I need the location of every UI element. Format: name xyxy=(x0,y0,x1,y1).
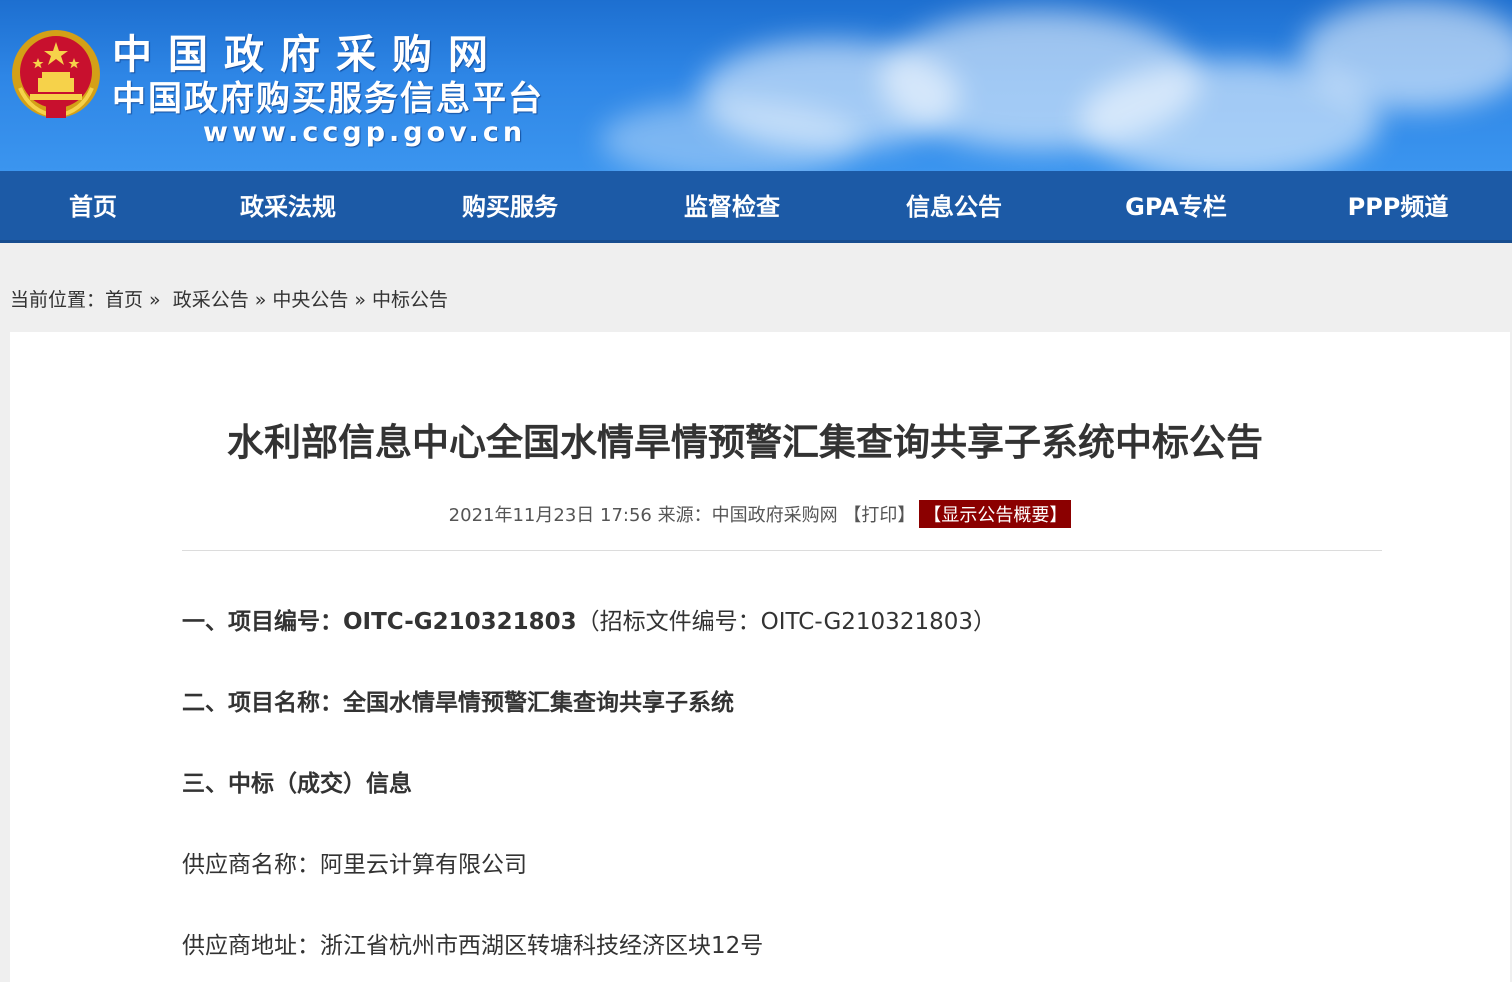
breadcrumb-central-announcements[interactable]: 中央公告 xyxy=(272,289,348,311)
nav-item-announcements[interactable]: 信息公告 xyxy=(906,171,1002,243)
article-meta: 2021年11月23日 17:56 来源：中国政府采购网 【打印】 【显示公告概要… xyxy=(0,500,1512,528)
title-divider xyxy=(182,550,1382,551)
main-nav: 首页 政采法规 购买服务 监督检查 信息公告 GPA专栏 PPP频道 xyxy=(0,171,1512,243)
breadcrumb-separator: » xyxy=(149,289,161,311)
site-title[interactable]: 中国政府采购网 xyxy=(112,34,504,76)
supplier-address-value: 浙江省杭州市西湖区转塘科技经济区块12号 xyxy=(320,933,764,959)
supplier-name-value: 阿里云计算有限公司 xyxy=(320,852,527,878)
supplier-name-label: 供应商名称： xyxy=(182,852,320,878)
supplier-name-line: 供应商名称：阿里云计算有限公司 xyxy=(182,845,527,879)
project-name-line: 二、项目名称：全国水情旱情预警汇集查询共享子系统 xyxy=(182,683,734,717)
site-subtitle: 中国政府购买服务信息平台 xyxy=(112,79,544,119)
national-emblem-icon[interactable] xyxy=(10,28,102,122)
show-summary-button[interactable]: 【显示公告概要】 xyxy=(919,500,1072,528)
breadcrumb-procurement-announcements[interactable]: 政采公告 xyxy=(173,289,249,311)
site-header-banner: 中国政府采购网 中国政府购买服务信息平台 www.ccgp.gov.cn xyxy=(0,0,1512,171)
project-name-label: 二、项目名称： xyxy=(182,690,343,716)
nav-item-home[interactable]: 首页 xyxy=(69,171,117,243)
nav-item-purchase-services[interactable]: 购买服务 xyxy=(462,171,558,243)
breadcrumb-award-announcements[interactable]: 中标公告 xyxy=(372,289,448,311)
nav-item-regulations[interactable]: 政采法规 xyxy=(240,171,336,243)
nav-item-ppp[interactable]: PPP频道 xyxy=(1348,171,1449,243)
project-number-value: OITC-G210321803 xyxy=(343,609,577,635)
nav-item-gpa[interactable]: GPA专栏 xyxy=(1125,171,1227,243)
cloud-decoration xyxy=(600,100,860,171)
breadcrumb-home[interactable]: 首页 xyxy=(105,289,143,311)
breadcrumb-prefix: 当前位置： xyxy=(10,289,106,311)
tender-document-number: （招标文件编号：OITC-G210321803） xyxy=(576,609,996,635)
award-info-heading: 三、中标（成交）信息 xyxy=(182,764,412,798)
article-title: 水利部信息中心全国水情旱情预警汇集查询共享子系统中标公告 xyxy=(227,421,1263,464)
breadcrumb-separator: » xyxy=(354,289,366,311)
print-link[interactable]: 【打印】 xyxy=(843,505,915,526)
project-number-label: 一、项目编号： xyxy=(182,609,343,635)
supplier-address-label: 供应商地址： xyxy=(182,933,320,959)
site-url: www.ccgp.gov.cn xyxy=(203,117,527,148)
breadcrumb: 当前位置：首页» 政采公告» 中央公告» 中标公告 xyxy=(10,285,448,312)
project-number-line: 一、项目编号：OITC-G210321803（招标文件编号：OITC-G2103… xyxy=(182,602,996,636)
article-date-source: 2021年11月23日 17:56 来源：中国政府采购网 xyxy=(448,505,844,526)
project-name-value: 全国水情旱情预警汇集查询共享子系统 xyxy=(343,690,734,716)
breadcrumb-separator: » xyxy=(254,289,267,311)
supplier-address-line: 供应商地址：浙江省杭州市西湖区转塘科技经济区块12号 xyxy=(182,926,763,960)
award-info-heading-text: 三、中标（成交）信息 xyxy=(182,771,412,797)
nav-item-supervision[interactable]: 监督检查 xyxy=(684,171,780,243)
